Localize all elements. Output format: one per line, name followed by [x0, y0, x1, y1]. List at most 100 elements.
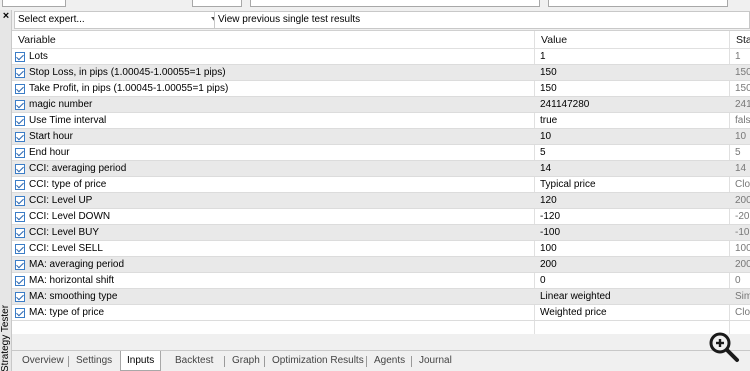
variable-start[interactable]: -10 [735, 225, 749, 241]
variable-start[interactable]: Clo [735, 177, 750, 193]
tab-agents[interactable]: Agents [368, 353, 411, 369]
variable-start[interactable]: 14 [735, 161, 746, 177]
checkbox-checked-icon[interactable] [15, 212, 25, 222]
table-row[interactable]: MA: horizontal shift 0 0 [12, 273, 750, 289]
variable-start[interactable]: 200 [735, 193, 750, 209]
table-row[interactable]: CCI: Level UP 120 200 [12, 193, 750, 209]
variable-start[interactable]: 0 [735, 273, 741, 289]
strategy-tester-window: × Strategy Tester Select expert... View … [0, 0, 750, 371]
table-row[interactable]: Lots 1 1 [12, 49, 750, 65]
tab-overview[interactable]: Overview [16, 353, 70, 369]
table-row[interactable]: MA: type of price Weighted price Clo [12, 305, 750, 321]
checkbox-checked-icon[interactable] [15, 196, 25, 206]
close-panel-icon[interactable]: × [1, 10, 11, 22]
row-divider [12, 320, 750, 321]
variable-value[interactable]: -100 [540, 225, 560, 241]
variable-value[interactable]: 0 [540, 273, 546, 289]
checkbox-checked-icon[interactable] [15, 228, 25, 238]
variable-value[interactable]: 120 [540, 193, 557, 209]
variable-name: Start hour [29, 131, 73, 142]
variable-start[interactable]: 1 [735, 49, 741, 65]
checkbox-checked-icon[interactable] [15, 276, 25, 286]
variable-start[interactable]: 150 [735, 65, 750, 81]
checkbox-checked-icon[interactable] [15, 52, 25, 62]
variable-start[interactable]: Clo [735, 305, 750, 321]
checkbox-checked-icon[interactable] [15, 164, 25, 174]
column-header-variable[interactable]: Variable [12, 31, 56, 49]
variable-name: Lots [29, 51, 48, 62]
variable-start[interactable]: 200 [735, 257, 750, 273]
variable-start[interactable]: -20 [735, 209, 749, 225]
column-header-value[interactable]: Value [535, 31, 567, 49]
variable-start[interactable]: 5 [735, 145, 741, 161]
variable-name: CCI: Level DOWN [29, 211, 111, 222]
checkbox-checked-icon[interactable] [15, 68, 25, 78]
variable-value[interactable]: 241147280 [540, 97, 589, 113]
variable-value[interactable]: 1 [540, 49, 546, 65]
checkbox-checked-icon[interactable] [15, 84, 25, 94]
variable-value[interactable]: 200 [540, 257, 557, 273]
column-header-start[interactable]: Sta [730, 31, 750, 49]
top-control-4[interactable] [548, 0, 728, 7]
table-row[interactable]: MA: averaging period 200 200 [12, 257, 750, 273]
zoom-in-icon[interactable] [707, 330, 741, 364]
previous-results-button[interactable]: View previous single test results [214, 11, 750, 29]
variable-name: MA: horizontal shift [29, 275, 115, 286]
variable-value[interactable]: 150 [540, 65, 557, 81]
variable-value[interactable]: Typical price [540, 177, 596, 193]
variable-name: magic number [29, 99, 93, 110]
variable-value[interactable]: 5 [540, 145, 546, 161]
variable-start[interactable]: 241 [735, 97, 750, 113]
tab-separator [264, 356, 265, 367]
table-row[interactable]: CCI: averaging period 14 14 [12, 161, 750, 177]
variable-start[interactable]: 100 [735, 241, 750, 257]
variable-value[interactable]: Linear weighted [540, 289, 611, 305]
variable-name: Stop Loss, in pips (1.00045-1.00055=1 pi… [29, 67, 226, 78]
checkbox-checked-icon[interactable] [15, 308, 25, 318]
expert-select-dropdown[interactable]: Select expert... [14, 11, 224, 29]
checkbox-checked-icon[interactable] [15, 292, 25, 302]
tab-journal[interactable]: Journal [413, 353, 458, 369]
variable-name: End hour [29, 147, 70, 158]
checkbox-checked-icon[interactable] [15, 244, 25, 254]
checkbox-checked-icon[interactable] [15, 100, 25, 110]
checkbox-checked-icon[interactable] [15, 116, 25, 126]
table-row[interactable]: End hour 5 5 [12, 145, 750, 161]
table-row[interactable]: Stop Loss, in pips (1.00045-1.00055=1 pi… [12, 65, 750, 81]
variable-start[interactable]: 10 [735, 129, 746, 145]
top-control-1[interactable] [2, 0, 66, 7]
tab-optimization-results[interactable]: Optimization Results [266, 353, 370, 369]
tab-graph[interactable]: Graph [226, 353, 266, 369]
variable-start[interactable]: Sim [735, 289, 750, 305]
tab-separator [224, 356, 225, 367]
tab-separator [366, 356, 367, 367]
variable-value[interactable]: -120 [540, 209, 560, 225]
variable-name: MA: averaging period [29, 259, 125, 270]
top-control-3[interactable] [250, 0, 540, 7]
table-row[interactable]: CCI: type of price Typical price Clo [12, 177, 750, 193]
table-row[interactable]: CCI: Level DOWN -120 -20 [12, 209, 750, 225]
table-row[interactable]: magic number 241147280 241 [12, 97, 750, 113]
tab-backtest[interactable]: Backtest [169, 353, 219, 369]
checkbox-checked-icon[interactable] [15, 132, 25, 142]
table-row[interactable]: Use Time interval true fals [12, 113, 750, 129]
tab-settings[interactable]: Settings [70, 353, 118, 369]
variable-start[interactable]: fals [735, 113, 750, 129]
variable-start[interactable]: 150 [735, 81, 750, 97]
table-row[interactable]: Start hour 10 10 [12, 129, 750, 145]
variable-value[interactable]: true [540, 113, 557, 129]
top-control-2[interactable] [192, 0, 242, 7]
table-row[interactable]: CCI: Level BUY -100 -10 [12, 225, 750, 241]
checkbox-checked-icon[interactable] [15, 148, 25, 158]
variable-value[interactable]: Weighted price [540, 305, 607, 321]
variable-value[interactable]: 100 [540, 241, 557, 257]
checkbox-checked-icon[interactable] [15, 180, 25, 190]
tab-inputs[interactable]: Inputs [120, 351, 162, 371]
table-row[interactable]: MA: smoothing type Linear weighted Sim [12, 289, 750, 305]
table-row[interactable]: CCI: Level SELL 100 100 [12, 241, 750, 257]
variable-value[interactable]: 14 [540, 161, 551, 177]
checkbox-checked-icon[interactable] [15, 260, 25, 270]
table-row[interactable]: Take Profit, in pips (1.00045-1.00055=1 … [12, 81, 750, 97]
variable-value[interactable]: 10 [540, 129, 551, 145]
variable-value[interactable]: 150 [540, 81, 557, 97]
